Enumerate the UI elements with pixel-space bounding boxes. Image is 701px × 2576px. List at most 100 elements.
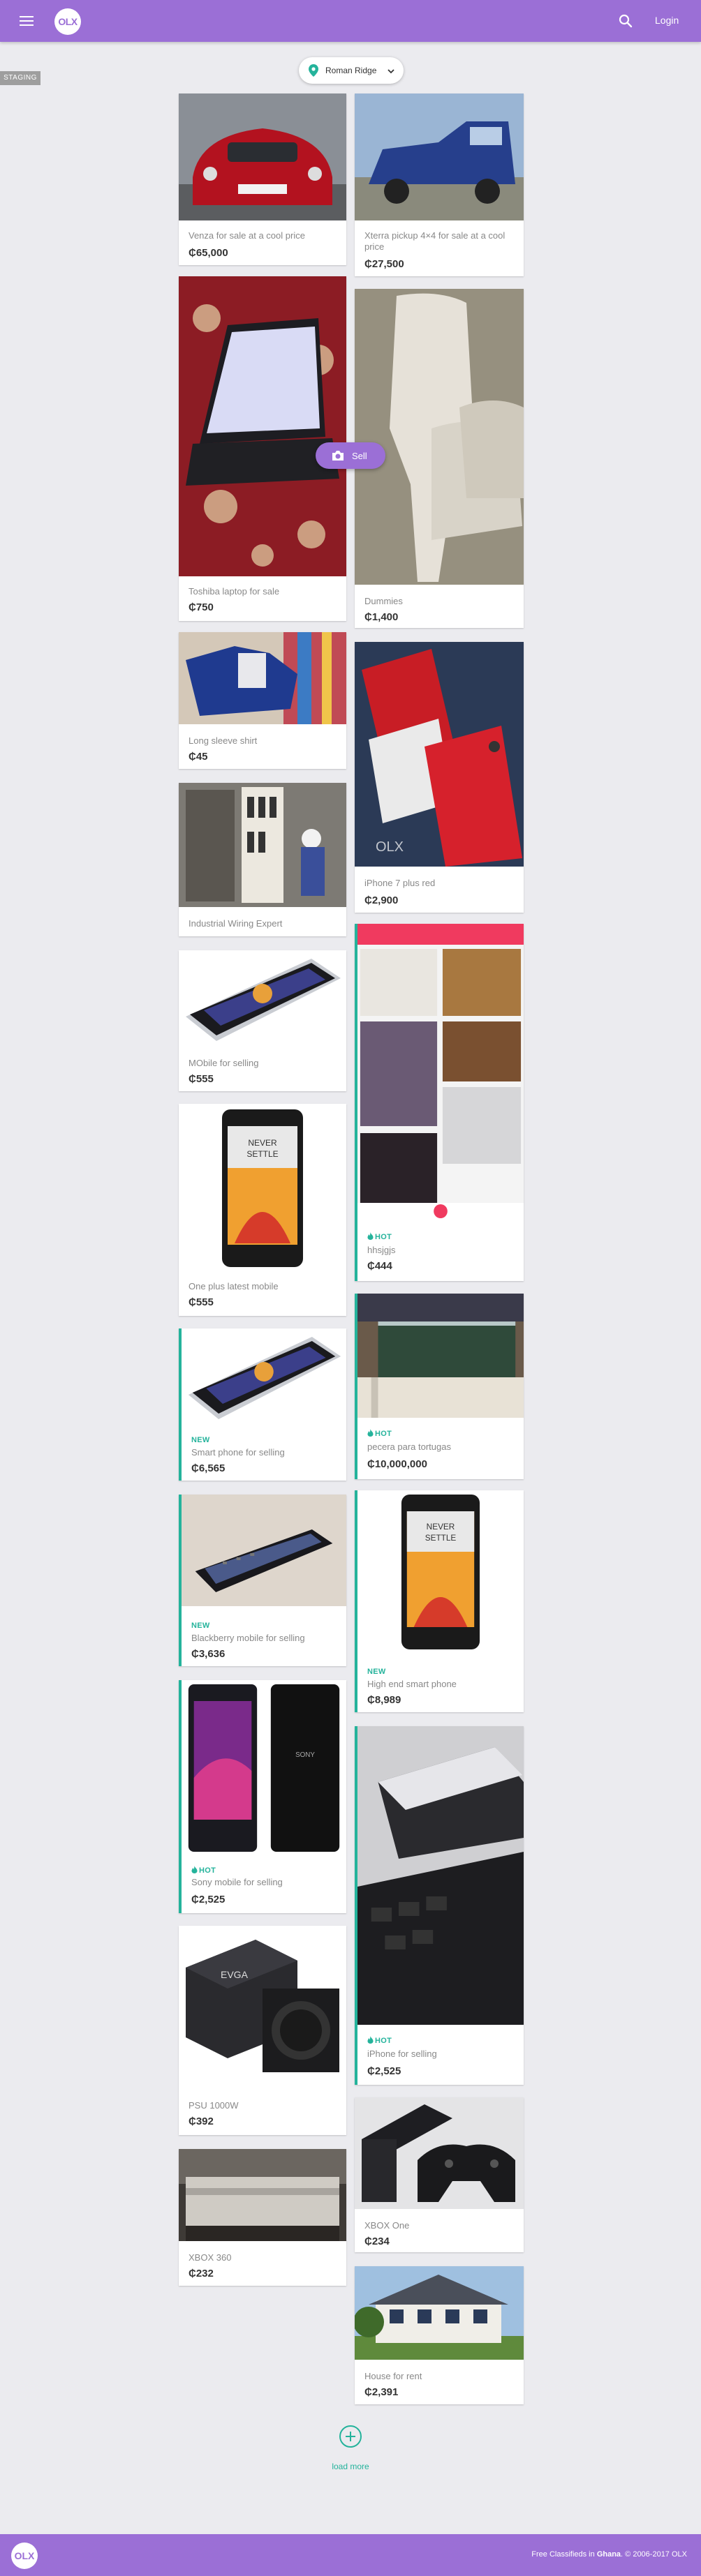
listing-card[interactable]: Long sleeve shirt ₵45 bbox=[179, 632, 346, 769]
listing-card-promoted[interactable]: NEW Smart phone for selling ₵6,565 bbox=[179, 1328, 346, 1481]
listing-title: Toshiba laptop for sale bbox=[189, 586, 280, 597]
listing-title: PSU 1000W bbox=[189, 2100, 239, 2111]
hot-label: HOT bbox=[375, 2037, 392, 2045]
top-bar: OLX Login bbox=[0, 0, 701, 42]
listing-price: ₵3,636 bbox=[191, 1648, 226, 1660]
listing-price: ₵750 bbox=[189, 601, 214, 613]
location-selector[interactable]: Roman Ridge bbox=[299, 57, 404, 84]
listing-image bbox=[357, 1294, 524, 1418]
listing-card-promoted[interactable]: HOT iPhone for selling ₵2,525 bbox=[355, 1726, 524, 2085]
new-badge: NEW bbox=[367, 1668, 386, 1676]
listing-image bbox=[357, 924, 524, 1222]
listing-card[interactable]: OLX iPhone 7 plus red ₵2,900 bbox=[355, 642, 524, 913]
new-badge: NEW bbox=[191, 1436, 210, 1444]
listing-image bbox=[182, 1328, 346, 1421]
location-label: Roman Ridge bbox=[325, 66, 377, 75]
listing-price: ₵8,989 bbox=[367, 1694, 401, 1706]
listing-title: XBOX One bbox=[364, 2220, 410, 2231]
load-more-label: load more bbox=[332, 2462, 369, 2471]
footer-copyright: Free Classifieds in Ghana. © 2006-2017 O… bbox=[531, 2550, 687, 2559]
listing-price: ₵555 bbox=[189, 1073, 214, 1085]
olx-logo[interactable]: OLX bbox=[54, 8, 81, 35]
listing-price: ₵10,000,000 bbox=[367, 1458, 427, 1470]
listing-price: ₵555 bbox=[189, 1296, 214, 1308]
listing-price: ₵232 bbox=[189, 2268, 214, 2279]
listing-image: OLX bbox=[355, 642, 524, 867]
listing-title: MObile for selling bbox=[189, 1058, 259, 1068]
listing-card[interactable]: XBOX One ₵234 bbox=[355, 2097, 524, 2252]
menu-icon[interactable] bbox=[20, 16, 34, 26]
listing-card-promoted[interactable]: NEW Blackberry mobile for selling ₵3,636 bbox=[179, 1495, 346, 1666]
login-link[interactable]: Login bbox=[655, 15, 679, 26]
listing-price: ₵45 bbox=[189, 751, 208, 763]
listing-title: Dummies bbox=[364, 596, 403, 606]
listing-image bbox=[179, 950, 346, 1047]
footer-prefix: Free Classifieds in bbox=[531, 2550, 597, 2559]
camera-icon bbox=[331, 450, 345, 465]
hot-label: HOT bbox=[375, 1233, 392, 1241]
listing-image bbox=[357, 1726, 524, 2025]
listing-price: ₵65,000 bbox=[189, 247, 228, 259]
listing-price: ₵6,565 bbox=[191, 1462, 226, 1474]
hot-badge: HOT bbox=[367, 1429, 392, 1438]
hot-badge: HOT bbox=[367, 1232, 392, 1241]
listing-title: Venza for sale at a cool price bbox=[189, 230, 305, 241]
listing-image bbox=[179, 93, 346, 220]
listing-image bbox=[355, 289, 524, 585]
listing-image bbox=[355, 2266, 524, 2360]
hot-badge: HOT bbox=[367, 2036, 392, 2045]
listing-image bbox=[179, 632, 346, 724]
listing-price: ₵392 bbox=[189, 2116, 214, 2127]
sell-button[interactable]: Sell bbox=[316, 442, 385, 469]
listing-price: ₵2,525 bbox=[367, 2065, 401, 2077]
listing-image bbox=[179, 2149, 346, 2241]
svg-text:NEVER: NEVER bbox=[248, 1138, 277, 1148]
footer-country: Ghana bbox=[596, 2550, 621, 2559]
listing-card[interactable]: House for rent ₵2,391 bbox=[355, 2266, 524, 2404]
hot-badge: HOT bbox=[191, 1866, 216, 1875]
flame-icon bbox=[367, 2036, 374, 2044]
listing-title: XBOX 360 bbox=[189, 2252, 232, 2263]
listing-image: NEVER SETTLE bbox=[179, 1104, 346, 1271]
footer-logo[interactable]: OLX bbox=[11, 2543, 38, 2569]
hot-label: HOT bbox=[375, 1430, 392, 1438]
flame-icon bbox=[191, 1866, 198, 1873]
listing-card[interactable]: NEVER SETTLE One plus latest mobile ₵555 bbox=[179, 1104, 346, 1316]
listing-title: Smart phone for selling bbox=[191, 1447, 285, 1458]
listing-image: EVGA bbox=[179, 1926, 346, 2090]
listing-title: Industrial Wiring Expert bbox=[189, 918, 283, 929]
listing-card[interactable]: Industrial Wiring Expert bbox=[179, 783, 346, 936]
listing-card[interactable]: XBOX 360 ₵232 bbox=[179, 2149, 346, 2286]
listing-card-promoted[interactable]: HOT pecera para tortugas ₵10,000,000 bbox=[355, 1294, 524, 1479]
listing-price: ₵2,525 bbox=[191, 1894, 226, 1905]
listing-title: pecera para tortugas bbox=[367, 1441, 451, 1452]
listing-card[interactable]: EVGA PSU 1000W ₵392 bbox=[179, 1926, 346, 2135]
listing-card-promoted[interactable]: NEVER SETTLE NEW High end smart phone ₵8,… bbox=[355, 1490, 524, 1712]
listing-title: One plus latest mobile bbox=[189, 1281, 279, 1291]
listing-card[interactable]: MObile for selling ₵555 bbox=[179, 950, 346, 1091]
listing-card-promoted[interactable]: SONY HOT Sony mobile for selling ₵2,525 bbox=[179, 1680, 346, 1913]
listing-price: ₵2,900 bbox=[364, 894, 399, 906]
search-icon[interactable] bbox=[617, 13, 634, 29]
svg-text:SONY: SONY bbox=[295, 1751, 315, 1759]
footer-suffix: . © 2006-2017 OLX bbox=[621, 2550, 687, 2559]
svg-text:OLX: OLX bbox=[376, 839, 404, 855]
listing-price: ₵444 bbox=[367, 1260, 392, 1272]
listing-title: Sony mobile for selling bbox=[191, 1877, 283, 1887]
listing-image bbox=[182, 1495, 346, 1606]
plus-icon bbox=[339, 2425, 362, 2448]
listing-title: House for rent bbox=[364, 2371, 422, 2381]
listing-title: Xterra pickup 4×4 for sale at a cool pri… bbox=[364, 230, 506, 252]
footer: OLX Free Classifieds in Ghana. © 2006-20… bbox=[0, 2534, 701, 2576]
listing-card[interactable]: Xterra pickup 4×4 for sale at a cool pri… bbox=[355, 93, 524, 276]
listing-title: iPhone 7 plus red bbox=[364, 878, 436, 888]
sell-label: Sell bbox=[352, 451, 367, 461]
listing-card-promoted[interactable]: HOT hhsjgjs ₵444 bbox=[355, 924, 524, 1281]
listing-image: SONY bbox=[182, 1680, 346, 1855]
flame-icon bbox=[367, 1232, 374, 1240]
listing-card[interactable]: Venza for sale at a cool price ₵65,000 bbox=[179, 93, 346, 265]
hot-label: HOT bbox=[199, 1866, 216, 1875]
listing-title: hhsjgjs bbox=[367, 1245, 396, 1255]
load-more-button[interactable]: load more bbox=[328, 2425, 373, 2471]
listing-price: ₵1,400 bbox=[364, 611, 399, 623]
